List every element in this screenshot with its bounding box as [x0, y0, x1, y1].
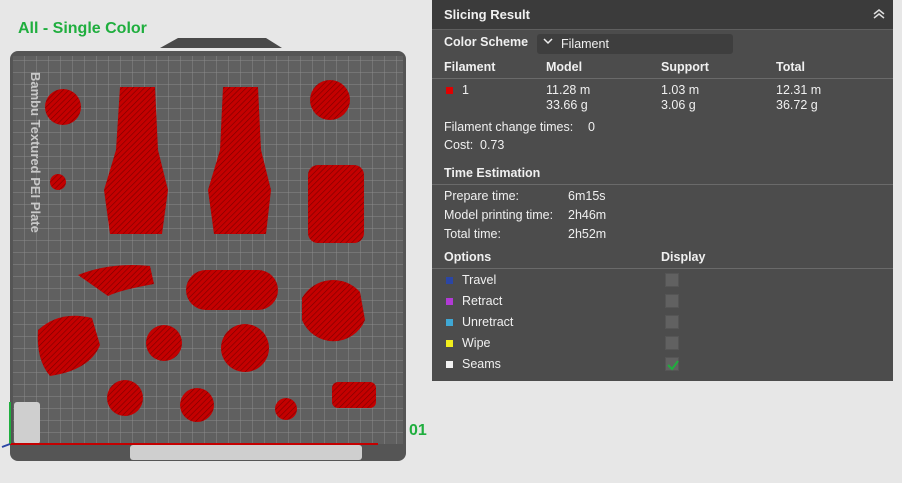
model-spiral[interactable] [146, 325, 182, 361]
model-knob[interactable] [107, 380, 143, 416]
model-oval[interactable] [186, 270, 278, 310]
display-header: Display [661, 250, 706, 264]
model-cylinder[interactable] [308, 165, 364, 243]
plate-number: 01 [409, 422, 427, 439]
retract-display-checkbox[interactable] [665, 294, 679, 308]
model-time-value: 2h46m [568, 208, 607, 222]
model-ring[interactable] [310, 80, 350, 120]
option-label: Unretract [462, 315, 514, 329]
filament-swatch [446, 87, 453, 94]
divider [432, 78, 893, 79]
plate-canvas[interactable]: Bambu Textured PEI Plate [0, 0, 420, 483]
origin-cube [14, 402, 40, 444]
panel-header: Slicing Result [432, 0, 893, 30]
plate-label-bar [130, 445, 362, 460]
cost-value: 0.73 [480, 138, 505, 152]
model-block[interactable] [332, 382, 376, 408]
build-plate-view[interactable]: All - Single Color Bambu Textured PEI Pl… [0, 0, 427, 483]
total-time-label: Total time: [444, 227, 501, 241]
slicing-result-panel: Slicing Result Color Scheme Filament Fil… [432, 0, 893, 381]
option-label: Retract [462, 294, 503, 308]
total-weight: 36.72 g [776, 98, 818, 112]
option-label: Travel [462, 273, 497, 287]
support-length: 1.03 m [661, 83, 700, 97]
plate-brand-text: Bambu Textured PEI Plate [28, 72, 43, 233]
col-header-total: Total [776, 60, 805, 74]
unretract-display-checkbox[interactable] [665, 315, 679, 329]
wipe-swatch [446, 340, 453, 347]
check-icon [667, 360, 679, 371]
travel-display-checkbox[interactable] [665, 273, 679, 287]
filament-id: 1 [462, 83, 469, 97]
model-wheel[interactable] [180, 388, 214, 422]
col-header-support: Support [661, 60, 709, 74]
panel-title: Slicing Result [444, 7, 530, 22]
travel-swatch [446, 277, 453, 284]
color-scheme-value: Filament [561, 37, 609, 51]
cost-label: Cost: [444, 138, 474, 152]
option-label: Wipe [462, 336, 491, 350]
model-length: 11.28 m [546, 83, 591, 97]
color-scheme-label: Color Scheme [444, 35, 529, 49]
model-disc[interactable] [45, 89, 81, 125]
seams-swatch [446, 361, 453, 368]
retract-swatch [446, 298, 453, 305]
change-times-label: Filament change times: [444, 120, 574, 134]
total-length: 12.31 m [776, 83, 822, 97]
total-time-value: 2h52m [568, 227, 607, 241]
options-header: Options [444, 250, 492, 264]
wipe-display-checkbox[interactable] [665, 336, 679, 350]
divider [432, 184, 893, 185]
col-header-model: Model [546, 60, 583, 74]
seams-display-checkbox[interactable] [665, 357, 679, 371]
model-rosette[interactable] [221, 324, 269, 372]
support-weight: 3.06 g [661, 98, 696, 112]
model-time-label: Model printing time: [444, 208, 554, 222]
option-label: Seams [462, 357, 501, 371]
time-section-title: Time Estimation [444, 166, 541, 180]
change-times-value: 0 [588, 120, 595, 134]
model-clamp[interactable] [302, 280, 365, 342]
color-scheme-dropdown[interactable]: Filament [537, 34, 733, 54]
col-header-filament: Filament [444, 60, 496, 74]
prepare-time-label: Prepare time: [444, 189, 520, 203]
model-small-disc[interactable] [275, 398, 297, 420]
model-gear-small[interactable] [50, 174, 66, 190]
plate-handle [160, 38, 282, 48]
collapse-icon[interactable] [871, 6, 887, 22]
prepare-time-value: 6m15s [568, 189, 606, 203]
unretract-swatch [446, 319, 453, 326]
chevron-down-icon [543, 38, 553, 45]
z-axis [1, 443, 11, 448]
model-weight: 33.66 g [546, 98, 588, 112]
divider [432, 268, 893, 269]
